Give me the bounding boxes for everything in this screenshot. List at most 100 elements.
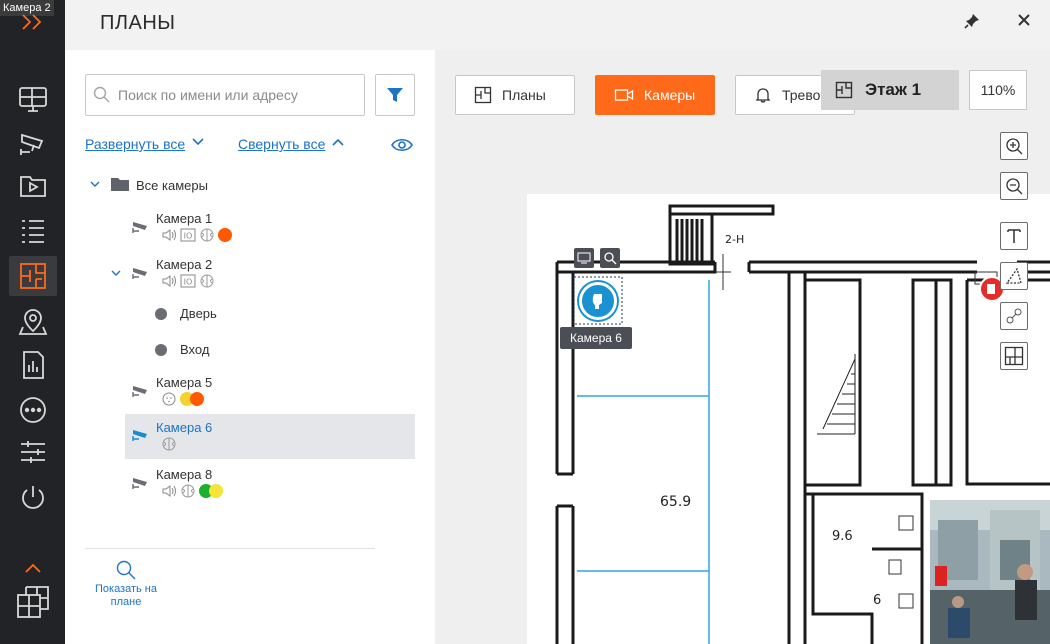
cameras-button[interactable]	[9, 123, 57, 163]
search-icon	[604, 252, 617, 265]
filter-icon	[387, 88, 403, 102]
camera-search-button[interactable]	[600, 248, 620, 268]
map-pin-icon	[18, 309, 48, 335]
eye-icon[interactable]	[391, 137, 413, 153]
sensor-dot-icon	[155, 344, 167, 356]
power-icon	[22, 486, 44, 509]
tab-label: Камеры	[644, 87, 696, 103]
tree-item-camera-6[interactable]: Камера 6	[125, 414, 415, 459]
camera-name: Камера 2	[156, 257, 213, 272]
monitor-icon	[19, 87, 47, 112]
search-icon	[93, 86, 110, 103]
speaker-icon	[162, 275, 176, 287]
tree-item-camera-2[interactable]: Камера 2 IO	[125, 256, 415, 296]
status-badge	[218, 228, 232, 242]
chevron-down-icon[interactable]	[89, 179, 101, 189]
cctv-icon	[132, 268, 147, 279]
svg-text:IO: IO	[184, 278, 193, 287]
zoom-out-icon	[1006, 178, 1023, 195]
io-icon: IO	[180, 274, 196, 288]
chevron-down-icon[interactable]	[191, 137, 205, 147]
camera-tree-panel: Развернуть все Свернуть все Все камеры К…	[65, 50, 435, 644]
camera-marker[interactable]	[579, 282, 617, 320]
door-label: 2-Н	[725, 233, 744, 246]
link-tool-button[interactable]	[1000, 302, 1028, 330]
zoom-level[interactable]: 110%	[969, 70, 1027, 110]
bell-icon	[755, 88, 771, 103]
tree-item-door[interactable]: Дверь	[155, 306, 415, 330]
camera-name: Камера 8	[156, 467, 213, 482]
text-icon	[1007, 229, 1021, 243]
brain-icon	[200, 274, 214, 288]
field-of-view-button[interactable]	[1000, 262, 1028, 290]
events-button[interactable]	[9, 210, 57, 250]
expand-sidebar-button[interactable]	[9, 2, 57, 42]
tab-plans[interactable]: Планы	[455, 75, 575, 115]
chevron-up-icon	[25, 563, 41, 573]
archive-button[interactable]	[9, 166, 57, 206]
layout-grid-button[interactable]	[1000, 342, 1028, 370]
show-on-plan-label: Показать на	[94, 583, 157, 595]
collapse-panel-button[interactable]	[9, 556, 57, 580]
close-button[interactable]	[1015, 11, 1033, 34]
tab-cameras[interactable]: Камеры	[595, 75, 715, 115]
status-badge	[209, 484, 223, 498]
double-chevron-right-icon	[22, 14, 42, 30]
svg-text:IO: IO	[184, 232, 193, 241]
tree-item-entrance[interactable]: Вход	[155, 342, 415, 366]
brain-icon	[162, 437, 176, 451]
show-on-plan-button[interactable]: Показать на плане	[85, 548, 375, 608]
app-sidebar: Камера 2	[0, 0, 65, 644]
camera-head-icon	[592, 294, 602, 309]
search-input[interactable]	[118, 87, 358, 103]
expand-all-link[interactable]: Развернуть все	[85, 136, 185, 152]
page-header: ПЛАНЫ	[65, 0, 1050, 50]
room-area-label: 6	[873, 593, 881, 608]
reports-button[interactable]	[9, 345, 57, 385]
more-button[interactable]	[9, 390, 57, 430]
zoom-in-button[interactable]	[1000, 132, 1028, 160]
sensor-name: Вход	[180, 342, 210, 357]
tree-item-camera-8[interactable]: Камера 8	[125, 466, 415, 506]
filter-button[interactable]	[375, 74, 415, 116]
link-icon	[1006, 308, 1022, 324]
collapse-all-link[interactable]: Свернуть все	[238, 136, 325, 152]
zoom-out-button[interactable]	[1000, 172, 1028, 200]
pin-button[interactable]	[963, 12, 981, 35]
monitoring-button[interactable]	[9, 79, 57, 119]
folder-icon	[111, 178, 129, 191]
video-preview[interactable]	[930, 500, 1050, 644]
plans-icon	[835, 81, 853, 99]
tree-item-camera-5[interactable]: Камера 5	[125, 374, 415, 414]
power-button[interactable]	[9, 478, 57, 518]
io-icon: IO	[180, 228, 196, 242]
cctv-icon	[132, 478, 147, 489]
floor-selector[interactable]: Этаж 1	[821, 70, 959, 110]
layouts-button[interactable]	[9, 580, 57, 624]
search-icon	[116, 560, 136, 580]
chevron-up-icon[interactable]	[331, 137, 345, 147]
cctv-icon	[132, 430, 147, 441]
tree-item-camera-1[interactable]: Камера 1 IO	[125, 210, 415, 250]
settings-button[interactable]	[9, 432, 57, 472]
video-camera-icon	[614, 89, 634, 101]
camera-tooltip: Камера 6	[560, 327, 632, 349]
layouts-icon	[17, 586, 49, 618]
cctv-icon	[20, 133, 44, 155]
sensor-dot-icon	[155, 308, 167, 320]
text-tool-button[interactable]	[1000, 222, 1028, 250]
camera-view-button[interactable]	[574, 248, 594, 268]
chevron-down-icon[interactable]	[110, 268, 122, 278]
tree-root-label[interactable]: Все камеры	[136, 178, 208, 193]
camera-name: Камера 6	[156, 420, 213, 435]
more-icon	[20, 397, 46, 423]
map-button[interactable]	[9, 302, 57, 342]
zoom-in-icon	[1006, 138, 1023, 155]
camera-name: Камера 5	[156, 375, 213, 390]
monitor-icon	[577, 252, 591, 264]
plans-button[interactable]	[9, 256, 57, 296]
status-badge	[190, 392, 204, 406]
sliders-icon	[21, 441, 45, 463]
speaker-icon	[162, 485, 176, 497]
angle-icon	[1005, 267, 1022, 284]
